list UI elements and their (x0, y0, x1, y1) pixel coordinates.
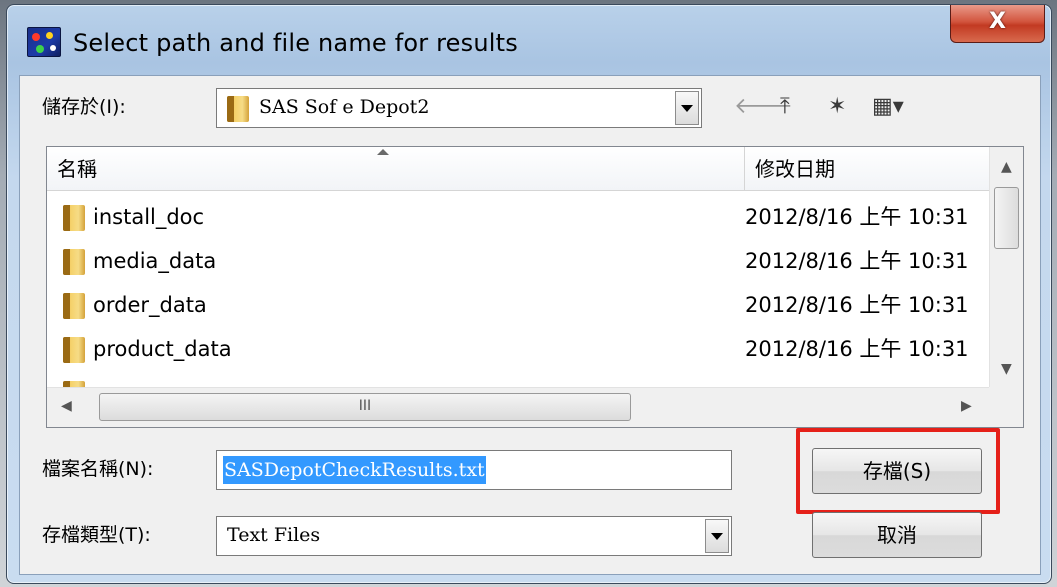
list-item[interactable]: order_data 2012/8/16 上午 10:31 (47, 283, 991, 327)
cancel-button[interactable]: 取消 (812, 512, 982, 558)
dialog-body: 儲存於(I): SAS Sof e Depot2 🡐 ⤒ ✶ ▦▾ 名稱 修改日… (19, 75, 1041, 575)
chevron-down-icon (681, 104, 693, 112)
folder-icon (63, 337, 85, 363)
app-icon (27, 27, 61, 57)
column-header-modified[interactable]: 修改日期 (745, 147, 991, 191)
scroll-right-icon[interactable]: ▶ (961, 398, 972, 414)
file-list[interactable]: 名稱 修改日期 install_doc 2012/8/16 上午 10:31 m… (46, 146, 1024, 428)
chevron-down-icon (711, 532, 723, 540)
new-folder-icon[interactable]: ✶ (828, 92, 846, 122)
list-item-partial[interactable] (47, 371, 991, 387)
scroll-left-icon[interactable]: ◀ (61, 398, 72, 414)
list-item[interactable]: media_data 2012/8/16 上午 10:31 (47, 239, 991, 283)
file-type-dropdown-button[interactable] (705, 519, 729, 553)
save-in-label: 儲存於(I): (42, 96, 126, 118)
folder-icon (63, 293, 85, 319)
close-icon: X (989, 9, 1006, 34)
save-in-dropdown-button[interactable] (675, 91, 699, 125)
list-item[interactable]: product_data 2012/8/16 上午 10:31 (47, 327, 991, 371)
save-in-combobox[interactable]: SAS Sof e Depot2 (216, 88, 702, 128)
save-button[interactable]: 存檔(S) (812, 448, 982, 494)
up-folder-icon[interactable]: ⤒ (780, 92, 790, 122)
file-type-combobox[interactable]: Text Files (216, 516, 732, 556)
file-type-value: Text Files (227, 524, 321, 546)
scroll-corner (989, 387, 1023, 427)
folder-icon (63, 249, 85, 275)
folder-icon (227, 96, 249, 122)
file-name-value: SASDepotCheckResults.txt (223, 456, 486, 484)
scroll-down-icon[interactable]: ▼ (1001, 361, 1012, 377)
file-name-label: 檔案名稱(N): (42, 458, 154, 480)
list-item[interactable]: install_doc 2012/8/16 上午 10:31 (47, 195, 991, 239)
dialog-title: Select path and file name for results (73, 29, 518, 57)
column-header-name[interactable]: 名稱 (47, 147, 745, 191)
sort-up-icon (377, 149, 389, 155)
vertical-scrollbar[interactable]: ▲ ▼ (989, 147, 1023, 387)
folder-icon (63, 205, 85, 231)
save-dialog: Select path and file name for results X … (6, 4, 1052, 584)
close-button[interactable]: X (950, 5, 1045, 43)
horizontal-scroll-thumb[interactable]: III (99, 393, 631, 421)
file-type-label: 存檔類型(T): (42, 524, 151, 546)
file-name-input[interactable]: SASDepotCheckResults.txt (216, 450, 732, 490)
horizontal-scrollbar[interactable]: ◀ III ▶ (47, 387, 991, 427)
save-in-value: SAS Sof e Depot2 (259, 96, 430, 118)
vertical-scroll-thumb[interactable] (994, 187, 1019, 249)
scroll-up-icon[interactable]: ▲ (1001, 159, 1012, 175)
view-menu-icon[interactable]: ▦▾ (872, 92, 904, 122)
title-bar: Select path and file name for results X (7, 5, 1051, 77)
